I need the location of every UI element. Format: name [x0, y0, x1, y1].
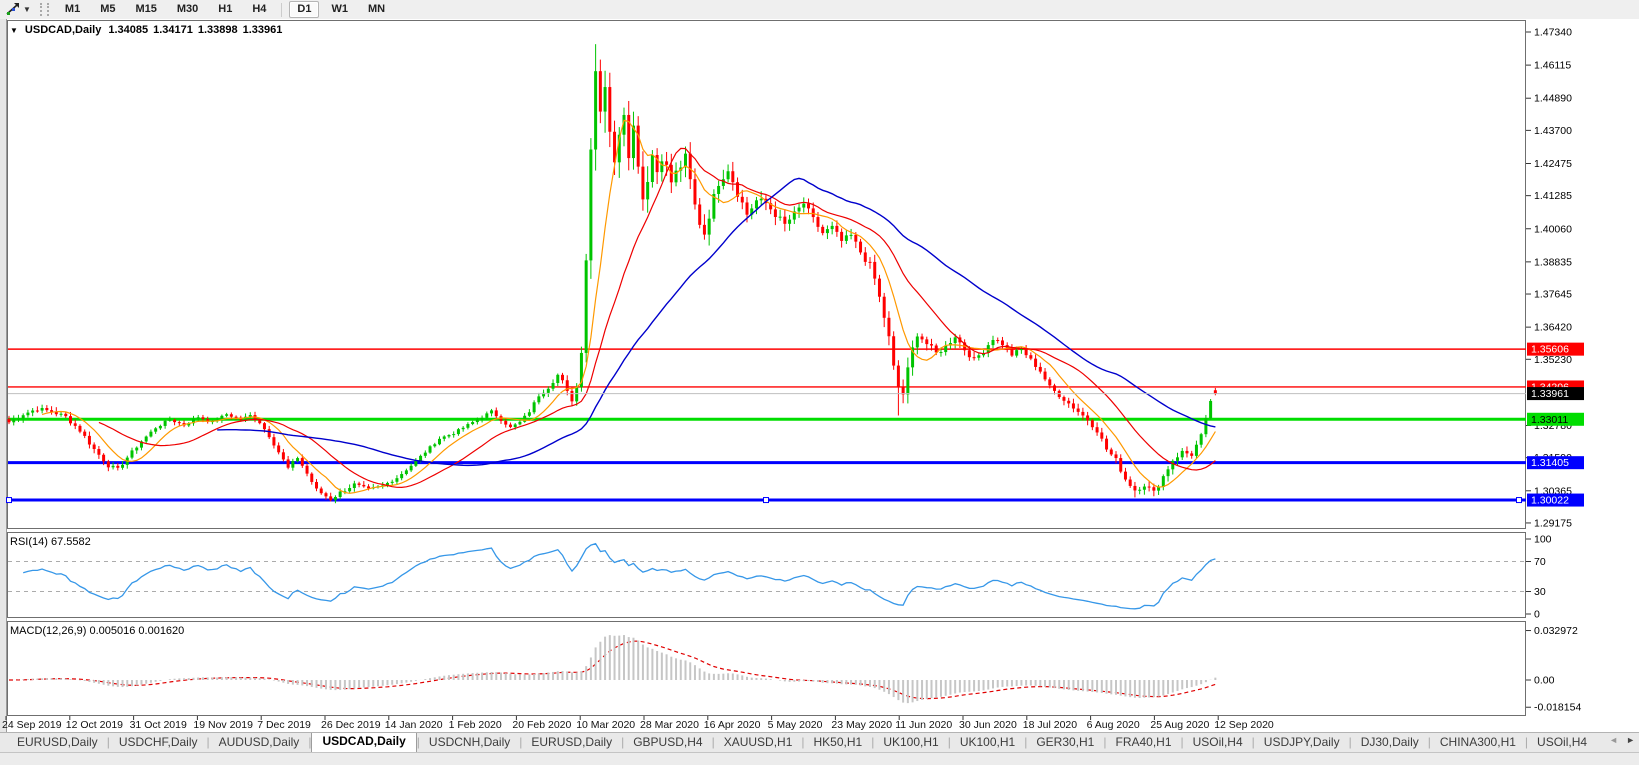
svg-text:1.30022: 1.30022	[1531, 495, 1569, 507]
tabs-scroll-left-icon[interactable]: ◄	[1609, 735, 1618, 745]
tab-audusd-daily[interactable]: AUDUSD,Daily	[210, 733, 309, 752]
ohlc-high: 1.34171	[153, 24, 193, 36]
chart-menu-caret-icon[interactable]: ▼	[10, 26, 18, 35]
tab-ger30-h1[interactable]: GER30,H1	[1027, 733, 1103, 752]
ohlc-open: 1.34085	[108, 24, 149, 36]
svg-text:19 Nov 2019: 19 Nov 2019	[193, 719, 253, 731]
svg-text:30 Jun 2020: 30 Jun 2020	[959, 719, 1017, 731]
svg-text:12 Sep 2020: 12 Sep 2020	[1214, 719, 1274, 731]
tab-eurusd-daily[interactable]: EURUSD,Daily	[8, 733, 107, 752]
svg-text:1.29175: 1.29175	[1534, 517, 1572, 529]
macd-indicator-label: MACD(12,26,9) 0.005016 0.001620	[10, 625, 185, 637]
svg-text:1.36420: 1.36420	[1534, 322, 1572, 334]
svg-text:0.00: 0.00	[1534, 675, 1555, 687]
status-strip	[0, 752, 1639, 765]
svg-text:1.38835: 1.38835	[1534, 256, 1572, 268]
tab-usoil-h4[interactable]: USOil,H4	[1184, 733, 1252, 752]
svg-text:100: 100	[1534, 534, 1552, 546]
tabs-scroll-right-icon[interactable]: ►	[1626, 735, 1635, 745]
svg-text:24 Sep 2019: 24 Sep 2019	[2, 719, 62, 731]
svg-text:1.44890: 1.44890	[1534, 93, 1572, 105]
tab-dj30-daily[interactable]: DJ30,Daily	[1352, 733, 1428, 752]
svg-text:1.42475: 1.42475	[1534, 158, 1572, 170]
tab-usdchf-daily[interactable]: USDCHF,Daily	[110, 733, 207, 752]
mt4-window: ▼ M1 M5 M15 M30 H1 H4 D1 W1 MN 1.47340 1.46115 1.4…	[0, 0, 1639, 765]
tab-usoil-h4[interactable]: USOil,H4	[1528, 733, 1596, 752]
tab-fra40-h1[interactable]: FRA40,H1	[1106, 733, 1180, 752]
svg-text:31 Oct 2019: 31 Oct 2019	[130, 719, 187, 731]
tab-hk50-h1[interactable]: HK50,H1	[805, 733, 872, 752]
chart-title: ▼ USDCAD,Daily 1.34085 1.34171 1.33898 1…	[10, 24, 282, 36]
svg-text:30: 30	[1534, 586, 1546, 598]
tab-gbpusd-h4[interactable]: GBPUSD,H4	[624, 733, 711, 752]
tab-usdjpy-daily[interactable]: USDJPY,Daily	[1255, 733, 1349, 752]
rsi-indicator-label: RSI(14) 67.5582	[10, 536, 91, 548]
svg-text:25 Aug 2020: 25 Aug 2020	[1150, 719, 1209, 731]
chart-symbol-label: USDCAD,Daily	[24, 24, 102, 36]
tab-uk100-h1[interactable]: UK100,H1	[951, 733, 1024, 752]
chart-canvas[interactable]: 1.47340 1.46115 1.44890 1.43700 1.42475 1.412…	[0, 0, 1639, 732]
svg-text:26 Dec 2019: 26 Dec 2019	[321, 719, 381, 731]
svg-text:11 Jun 2020: 11 Jun 2020	[895, 719, 952, 731]
tab-xauusd-h1[interactable]: XAUUSD,H1	[715, 733, 802, 752]
svg-text:10 Mar 2020: 10 Mar 2020	[576, 719, 635, 731]
svg-text:1.33011: 1.33011	[1531, 414, 1568, 426]
svg-text:-0.018154: -0.018154	[1534, 702, 1581, 714]
svg-text:1 Feb 2020: 1 Feb 2020	[449, 719, 502, 731]
svg-text:1.43700: 1.43700	[1534, 125, 1572, 137]
svg-text:1.46115: 1.46115	[1534, 60, 1571, 72]
svg-text:14 Jan 2020: 14 Jan 2020	[385, 719, 443, 731]
tab-eurusd-daily[interactable]: EURUSD,Daily	[522, 733, 621, 752]
svg-text:1.41285: 1.41285	[1534, 190, 1572, 202]
svg-text:1.33961: 1.33961	[1531, 388, 1569, 400]
tab-usdcad-daily[interactable]: USDCAD,Daily	[311, 733, 417, 752]
svg-text:6 Aug 2020: 6 Aug 2020	[1087, 719, 1140, 731]
tab-usdcnh-daily[interactable]: USDCNH,Daily	[420, 733, 519, 752]
svg-text:1.40060: 1.40060	[1534, 223, 1572, 235]
svg-text:5 May 2020: 5 May 2020	[768, 719, 823, 731]
ohlc-low: 1.33898	[197, 24, 238, 36]
svg-text:0: 0	[1534, 609, 1540, 621]
ohlc-close: 1.33961	[242, 24, 283, 36]
svg-text:23 May 2020: 23 May 2020	[831, 719, 892, 731]
svg-text:1.31405: 1.31405	[1531, 457, 1569, 469]
tab-scroll-arrows: ◄ ►	[1609, 735, 1635, 745]
tab-uk100-h1[interactable]: UK100,H1	[874, 733, 947, 752]
svg-text:28 Mar 2020: 28 Mar 2020	[640, 719, 699, 731]
svg-text:70: 70	[1534, 556, 1546, 568]
svg-text:1.47340: 1.47340	[1534, 27, 1572, 39]
svg-text:12 Oct 2019: 12 Oct 2019	[66, 719, 123, 731]
svg-text:1.35606: 1.35606	[1531, 344, 1569, 356]
svg-text:1.37645: 1.37645	[1534, 289, 1572, 301]
svg-text:7 Dec 2019: 7 Dec 2019	[257, 719, 311, 731]
svg-text:18 Jul 2020: 18 Jul 2020	[1023, 719, 1077, 731]
svg-text:20 Feb 2020: 20 Feb 2020	[512, 719, 571, 731]
chart-tabs-bar: EURUSD,Daily | USDCHF,Daily | AUDUSD,Daily | U…	[0, 732, 1639, 752]
svg-text:0.032972: 0.032972	[1534, 625, 1578, 637]
svg-text:16 Apr 2020: 16 Apr 2020	[704, 719, 761, 731]
tab-china300-h1[interactable]: CHINA300,H1	[1431, 733, 1525, 752]
